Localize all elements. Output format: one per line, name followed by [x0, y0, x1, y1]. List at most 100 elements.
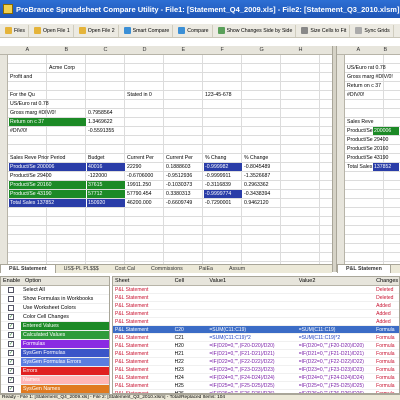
right-grid[interactable]: AB US/Euro rat 0.78 Gross marg #DIV/0! Ret… [337, 46, 400, 264]
toolbar-button-4[interactable]: Compare [175, 24, 213, 37]
change-row[interactable]: P&L Statement C21 =SUM(C11:C19)*2 =SUM(C11:… [113, 334, 399, 342]
option-row[interactable]: ✓ Color Cell Changes [1, 313, 109, 322]
checkbox[interactable]: ✓ [8, 314, 14, 320]
grid-cell[interactable]: Gross marg #DIV/0! [346, 73, 398, 81]
grid-cell[interactable]: US/Euro rat 0.78 [9, 100, 85, 108]
grid-cell[interactable]: Stated in 0 [126, 91, 202, 99]
option-row[interactable]: Select All [1, 286, 109, 295]
right-row-header [337, 55, 345, 264]
grid-cell[interactable]: 43190 [373, 154, 400, 162]
change-row[interactable]: P&L Statement H22 =IF(D22=0,"",(F22-D22)/D… [113, 358, 399, 366]
grid-cell[interactable]: US/Euro rat 0.78 [346, 64, 398, 72]
grid-cell[interactable]: Return on c 37 [346, 82, 398, 90]
grid-cell[interactable]: -0.8045489 [243, 163, 319, 171]
checkbox[interactable] [8, 287, 14, 293]
column-letter: E [181, 47, 186, 53]
change-value2: =IF(D24=0,"",(F24-D24)/D24) [298, 375, 364, 381]
grid-cell[interactable]: For the Qu [9, 91, 85, 99]
change-row[interactable]: P&L Statement C20 =SUM(C11:C19) =SUM(C11:C1… [113, 326, 399, 334]
toolbar-button-7[interactable]: Sync Grids [352, 24, 394, 37]
checkbox[interactable]: ✓ [8, 323, 14, 329]
grid-cell[interactable]: 20160 [373, 145, 400, 153]
grid-cell[interactable]: Total Sales 137852 [9, 199, 86, 207]
checkbox[interactable] [8, 305, 14, 311]
toolbar-button-2[interactable]: Open File 2 [76, 24, 119, 37]
toolbar-button-5[interactable]: Show Changes Side by Side [215, 24, 297, 37]
grid-cell[interactable]: 137852 [373, 163, 399, 171]
checkbox[interactable]: ✓ [8, 386, 14, 392]
option-row[interactable]: Show Formulas in Workbooks [1, 295, 109, 304]
left-grid[interactable]: A B C D E F G H Acme Corp Profit and For the Qu St… [0, 46, 332, 264]
option-row[interactable]: ✓ Names [1, 376, 109, 385]
change-row[interactable]: P&L Statement H24 =IF(D24=0,"",(F24-D24)/D… [113, 374, 399, 382]
grid-cell[interactable]: Product/Se 29400 [9, 172, 85, 180]
grid-cell[interactable]: 37615 [87, 181, 125, 189]
sheet-tab[interactable]: Cost Cal [107, 265, 143, 273]
grid-cell[interactable]: 40016 [87, 163, 125, 171]
grid-cell[interactable]: Return on c 37 [9, 118, 86, 126]
grid-cell[interactable]: Acme Corp [48, 64, 124, 72]
option-row[interactable]: ✓ Errors [1, 367, 109, 376]
option-row[interactable]: ✓ SysGen Formulas Errors [1, 358, 109, 367]
change-row[interactable]: P&L Statement Added [113, 318, 399, 326]
grid-cell[interactable]: 0.9462120 [243, 199, 319, 207]
change-row[interactable]: P&L Statement Deleted [113, 294, 399, 302]
change-row[interactable]: P&L Statement H25 =IF(D25=0,"",(F25-D25)/D… [113, 382, 399, 390]
grid-cell[interactable]: Sales Reve [346, 118, 398, 126]
toolbar-button-1[interactable]: Open File 1 [31, 24, 74, 37]
option-row[interactable]: Use Worksheet Colors [1, 304, 109, 313]
grid-cell[interactable]: -1.3526687 [243, 172, 319, 180]
sheet-tab[interactable]: Assum [221, 265, 253, 273]
grid-cell[interactable]: 0.2963362 [243, 181, 319, 189]
grid-cell[interactable]: -0.9999774 [204, 190, 242, 198]
change-row[interactable]: P&L Statement H20 =IF(D20=0,"",(F20-D20)/D… [113, 342, 399, 350]
checkbox[interactable]: ✓ [8, 341, 14, 347]
grid-cell[interactable]: -0.3438394 [243, 190, 319, 198]
checkbox[interactable]: ✓ [8, 350, 14, 356]
grid-cell[interactable]: 200006 [373, 127, 399, 135]
sheet-tab[interactable]: US$-PL PL$$$ [56, 265, 107, 273]
left-column-header: A B C D E F G H [0, 46, 332, 55]
toolbar-button-3[interactable]: Smart Compare [121, 24, 174, 37]
grid-cell[interactable]: 0.7958564 [87, 109, 163, 117]
change-row[interactable]: P&L Statement Added [113, 310, 399, 318]
grid-cell[interactable]: % Change [243, 154, 319, 162]
grid-cell[interactable]: 57712 [87, 190, 125, 198]
change-cell [173, 310, 208, 317]
checkbox[interactable]: ✓ [8, 368, 14, 374]
option-row[interactable]: ✓ SysGen Formulas [1, 349, 109, 358]
grid-cell[interactable]: #DIV/0! [346, 91, 398, 99]
grid-cell[interactable]: Product/Se 200006 [9, 163, 86, 171]
change-row[interactable]: P&L Statement Deleted [113, 286, 399, 294]
change-row[interactable]: P&L Statement H21 =IF(D21=0,"",(F21-D21)/D… [113, 350, 399, 358]
checkbox[interactable]: ✓ [8, 377, 14, 383]
checkbox[interactable]: ✓ [8, 332, 14, 338]
option-checkbox-cell: ✓ [1, 349, 21, 357]
grid-cell[interactable]: 29400 [373, 136, 400, 144]
grid-cell[interactable]: #DIV/0! [9, 127, 85, 135]
grid-cell[interactable]: Profit and [9, 73, 85, 81]
option-row[interactable]: ✓ Entered Values [1, 322, 109, 331]
checkbox[interactable]: ✓ [8, 359, 14, 365]
option-row[interactable]: ✓ Formulas [1, 340, 109, 349]
right-tab-active[interactable]: P&L Statemen [337, 265, 391, 273]
grid-cell[interactable]: Product/Se 20160 [9, 181, 86, 189]
grid-cell[interactable]: -0.999982 [204, 163, 242, 171]
grid-cell[interactable]: 123-45-678 [204, 91, 280, 99]
option-row[interactable]: ✓ Calculated Values [1, 331, 109, 340]
grid-cell[interactable]: Gross marg #DIV/0! [9, 109, 85, 117]
change-row[interactable]: P&L Statement H23 =IF(D23=0,"",(F23-D23)/D… [113, 366, 399, 374]
grid-cell[interactable]: 150920 [87, 199, 125, 207]
grid-cell[interactable]: 1.3469622 [87, 118, 163, 126]
sheet-tab[interactable]: P&L Statement [0, 265, 56, 273]
checkbox[interactable] [8, 296, 14, 302]
sheet-tab[interactable]: Commissions [143, 265, 191, 273]
toolbar-button-0[interactable]: Files [2, 24, 29, 37]
grid-cell[interactable]: Product/Se 43190 [9, 190, 86, 198]
toolbar-button-6[interactable]: Size Cells to Fit [298, 24, 351, 37]
grid-cell[interactable]: -0.5591355 [87, 127, 163, 135]
sheet-tab[interactable]: PaiEa [191, 265, 221, 273]
change-row[interactable]: P&L Statement Added [113, 302, 399, 310]
option-row[interactable]: ✓ SysGen Names [1, 385, 109, 393]
grid-cell[interactable]: Sales Reve Prior Period [9, 154, 85, 162]
